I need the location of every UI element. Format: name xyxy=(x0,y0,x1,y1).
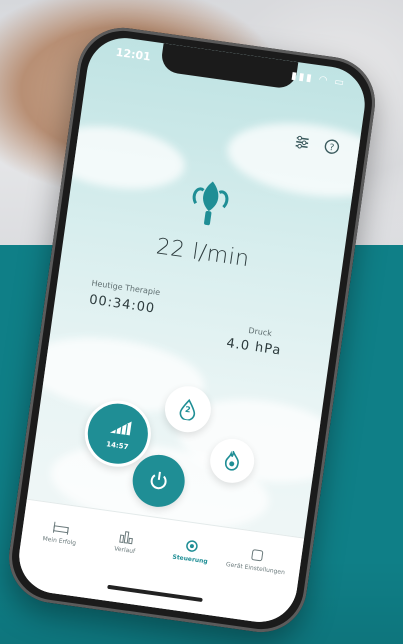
device-settings-icon xyxy=(251,549,264,562)
help-icon[interactable]: ? xyxy=(322,137,342,157)
signal-icon: ▮▮▮ xyxy=(290,70,315,85)
settings-sliders-icon[interactable] xyxy=(292,132,312,152)
bar-chart-icon xyxy=(119,531,133,545)
therapy-time: 00:34:00 xyxy=(88,292,156,317)
ramp-timer: 14:57 xyxy=(105,440,129,452)
tab-mein-erfolg[interactable]: Mein Erfolg xyxy=(29,517,92,549)
tab-geraet-einstellungen[interactable]: Gerät Einstellungen xyxy=(225,544,288,576)
status-icons: ▮▮▮ ◠ ▭ xyxy=(290,70,346,89)
pressure-value: 4.0 hPa xyxy=(225,336,283,359)
phone-notch xyxy=(159,43,299,90)
bed-icon xyxy=(52,521,69,535)
cloud-decoration xyxy=(222,113,370,207)
tab-label: Gerät Einstellungen xyxy=(225,561,286,577)
power-icon xyxy=(150,471,167,490)
ramp-icon xyxy=(109,421,132,436)
tab-label: Mein Erfolg xyxy=(42,535,77,547)
tab-label: Verlauf xyxy=(113,545,136,556)
svg-text:?: ? xyxy=(329,143,335,154)
battery-icon: ▭ xyxy=(333,76,347,89)
tab-verlauf[interactable]: Verlauf xyxy=(94,526,157,558)
wifi-icon: ◠ xyxy=(317,74,331,87)
control-icon xyxy=(186,540,198,552)
nasal-mask-icon xyxy=(184,176,235,232)
flame-icon xyxy=(225,449,239,471)
pressure-label: Druck xyxy=(247,325,273,339)
tab-label: Steuerung xyxy=(172,553,209,566)
tab-steuerung[interactable]: Steuerung xyxy=(160,535,223,567)
status-time: 12:01 xyxy=(115,45,152,64)
flow-rate-value: 22 l/min xyxy=(154,234,252,273)
